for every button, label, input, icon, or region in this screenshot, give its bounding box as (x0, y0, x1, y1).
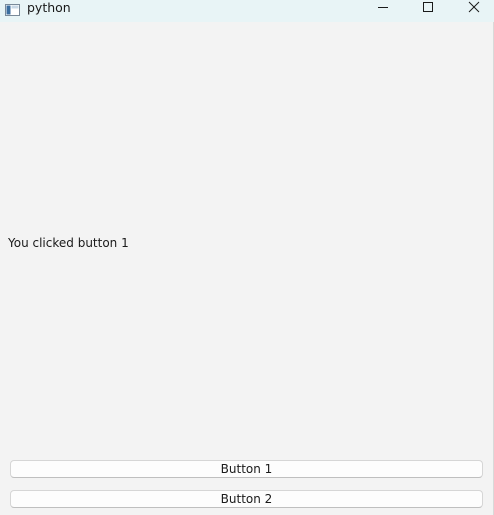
close-button[interactable] (451, 0, 494, 14)
button-1[interactable]: Button 1 (10, 460, 483, 478)
title-bar[interactable]: python (0, 0, 494, 22)
close-icon (468, 1, 480, 13)
minimize-icon (377, 1, 389, 13)
app-window: python You clicked button 1 Button 1 But… (0, 0, 494, 515)
minimize-button[interactable] (360, 0, 406, 14)
status-label: You clicked button 1 (8, 236, 129, 250)
window-title: python (27, 0, 71, 15)
button-2[interactable]: Button 2 (10, 490, 483, 508)
maximize-button[interactable] (405, 0, 451, 14)
maximize-icon (422, 1, 434, 13)
python-window-icon (5, 1, 20, 16)
